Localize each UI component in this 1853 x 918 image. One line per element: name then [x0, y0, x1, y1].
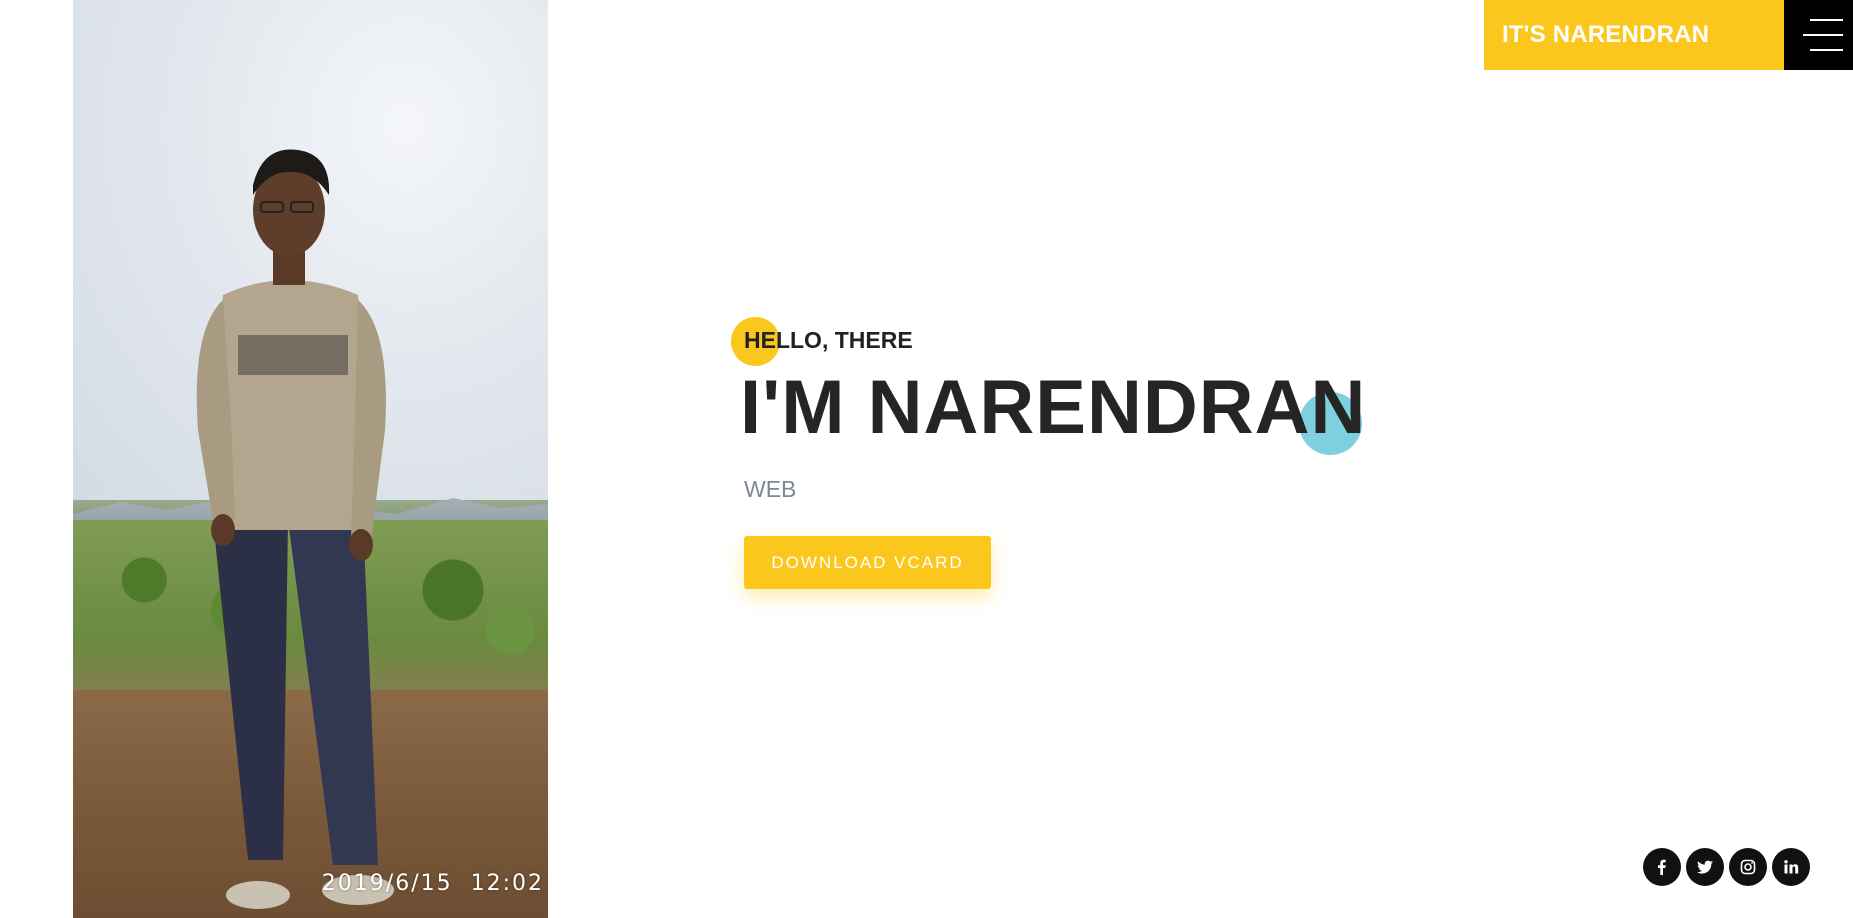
profile-photo: 2019/6/15 12:02 — [73, 0, 548, 918]
person-figure — [196, 149, 394, 909]
facebook-icon[interactable] — [1643, 848, 1681, 886]
hero-greeting: HELLO, THERE — [744, 327, 913, 353]
site-brand[interactable]: IT'S NARENDRAN — [1484, 0, 1784, 70]
instagram-icon[interactable] — [1729, 848, 1767, 886]
hero-role: WEB — [744, 476, 797, 502]
menu-button[interactable] — [1784, 0, 1853, 70]
twitter-icon[interactable] — [1686, 848, 1724, 886]
photo-timestamp: 2019/6/15 12:02 — [321, 871, 544, 896]
download-vcard-button[interactable]: DOWNLOAD VCARD — [744, 536, 991, 589]
linkedin-icon[interactable] — [1772, 848, 1810, 886]
hero-headline: I'M NARENDRAN — [740, 365, 1367, 450]
social-links — [1643, 848, 1810, 886]
